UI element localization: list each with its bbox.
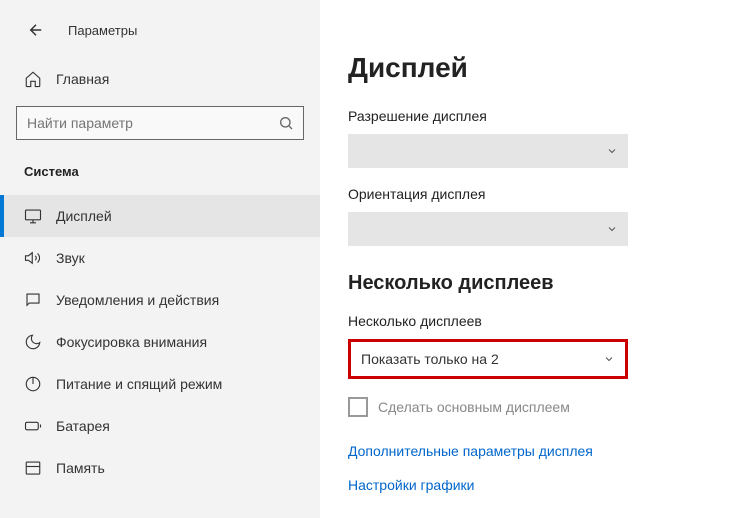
multi-displays-value: Показать только на 2 (361, 351, 499, 367)
notifications-icon (24, 291, 42, 309)
back-button[interactable] (24, 18, 48, 42)
make-primary-checkbox[interactable] (348, 397, 368, 417)
multi-displays-heading: Несколько дисплеев (348, 272, 704, 295)
monitor-icon (24, 207, 42, 225)
sidebar-item-focus[interactable]: Фокусировка внимания (0, 321, 320, 363)
nav-label: Звук (56, 250, 85, 266)
moon-icon (24, 333, 42, 351)
app-title: Параметры (68, 23, 137, 38)
main-content: Дисплей Разрешение дисплея Ориентация ди… (320, 0, 732, 518)
sidebar-item-battery[interactable]: Батарея (0, 405, 320, 447)
header-row: Параметры (0, 12, 320, 60)
resolution-dropdown[interactable] (348, 134, 628, 168)
search-box[interactable] (16, 106, 304, 140)
battery-icon (24, 417, 42, 435)
sound-icon (24, 249, 42, 267)
search-wrap (0, 98, 320, 156)
chevron-down-icon (603, 353, 615, 365)
power-icon (24, 375, 42, 393)
nav-label: Уведомления и действия (56, 292, 219, 308)
sidebar-item-power[interactable]: Питание и спящий режим (0, 363, 320, 405)
sidebar-item-sound[interactable]: Звук (0, 237, 320, 279)
search-input[interactable] (17, 107, 269, 139)
home-icon (24, 70, 42, 88)
orientation-label: Ориентация дисплея (348, 186, 704, 202)
multi-displays-label: Несколько дисплеев (348, 313, 704, 329)
search-icon (269, 115, 303, 131)
storage-icon (24, 459, 42, 477)
sidebar-section-label: Система (0, 156, 320, 187)
advanced-display-link[interactable]: Дополнительные параметры дисплея (348, 443, 704, 459)
graphics-settings-link[interactable]: Настройки графики (348, 477, 704, 493)
sidebar-item-storage[interactable]: Память (0, 447, 320, 489)
nav-label: Фокусировка внимания (56, 334, 207, 350)
sidebar: Параметры Главная Система Дисплей Звук (0, 0, 320, 518)
make-primary-row: Сделать основным дисплеем (348, 397, 704, 417)
sidebar-item-home[interactable]: Главная (0, 60, 320, 98)
nav-label: Питание и спящий режим (56, 376, 222, 392)
nav-label: Батарея (56, 418, 110, 434)
sidebar-item-notifications[interactable]: Уведомления и действия (0, 279, 320, 321)
make-primary-label: Сделать основным дисплеем (378, 399, 570, 415)
nav-list: Дисплей Звук Уведомления и действия Фоку… (0, 195, 320, 489)
home-label: Главная (56, 71, 109, 87)
nav-label: Дисплей (56, 208, 112, 224)
chevron-down-icon (606, 223, 618, 235)
chevron-down-icon (606, 145, 618, 157)
sidebar-item-display[interactable]: Дисплей (0, 195, 320, 237)
multi-displays-dropdown[interactable]: Показать только на 2 (348, 339, 628, 379)
arrow-left-icon (27, 21, 45, 39)
nav-label: Память (56, 460, 105, 476)
orientation-dropdown[interactable] (348, 212, 628, 246)
page-title: Дисплей (348, 52, 704, 84)
resolution-label: Разрешение дисплея (348, 108, 704, 124)
